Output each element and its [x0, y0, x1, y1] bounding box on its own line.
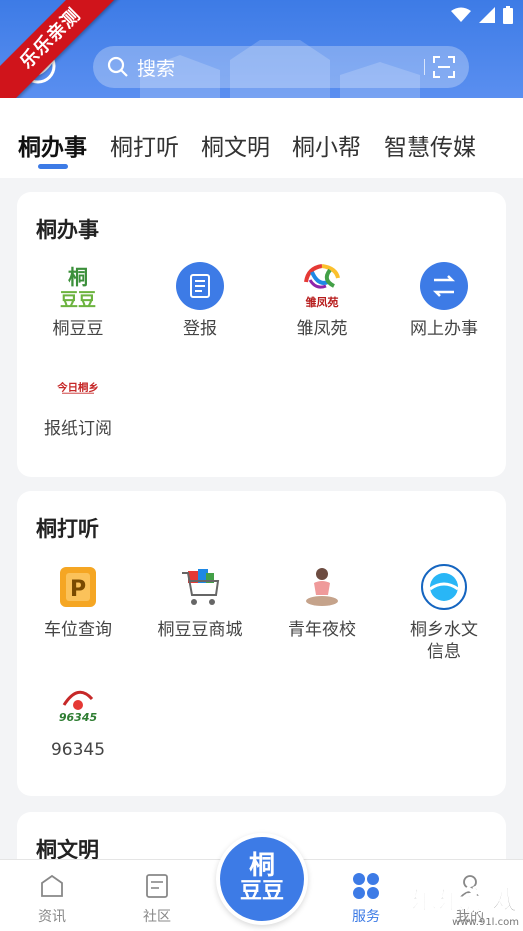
newspaper-icon [176, 262, 224, 310]
svg-text:雏凤苑: 雏凤苑 [306, 295, 339, 309]
search-bar[interactable]: 搜索 [93, 46, 469, 88]
96345-logo-text: 96345 [59, 711, 98, 724]
tab-zhihuichuanmei[interactable]: 智慧传媒 [384, 128, 476, 162]
status-bar [451, 6, 513, 24]
hydrology-logo-icon [420, 563, 468, 611]
search-icon [107, 56, 128, 77]
section-card-tongbanshi: 桐办事 桐 豆豆 桐豆豆 登报 雏凤苑 雏凤苑 网上办事 今日桐乡 报纸订阅 [17, 192, 506, 477]
service-label: 桐乡水文 信息 [383, 619, 505, 663]
section-card-tongdating: 桐打听 P 车位查询 桐豆豆商城 青年夜校 桐乡水文 信息 96345 9634… [17, 491, 506, 796]
tab-tongbanshi[interactable]: 桐办事 [18, 128, 87, 162]
battery-icon [503, 6, 513, 24]
tab-indicator [38, 164, 68, 169]
search-divider [424, 59, 425, 75]
nav-label: 资讯 [38, 909, 66, 925]
96345-logo-icon: 96345 [54, 683, 102, 731]
nav-label: 社区 [143, 909, 171, 925]
service-tongdoudou[interactable]: 桐 豆豆 桐豆豆 [17, 262, 139, 340]
service-baozhidingyue[interactable]: 今日桐乡 报纸订阅 [17, 362, 139, 440]
label-line-1: 桐乡水文 [410, 620, 478, 640]
tab-tongwenming[interactable]: 桐文明 [201, 128, 270, 162]
service-label: 96345 [50, 740, 106, 760]
section-title: 桐打听 [36, 517, 99, 541]
service-wangshangbanshi[interactable]: 网上办事 [383, 262, 505, 340]
tab-tongdating[interactable]: 桐打听 [110, 128, 179, 162]
jinritongxiang-logo-text: 今日桐乡 [56, 381, 99, 394]
fab-label-line-1: 桐 [248, 851, 275, 881]
watermark: 乐乐游戏 www.91l.com [399, 880, 519, 929]
tongdoudou-fab-button[interactable]: 桐 豆豆 [216, 833, 308, 925]
watermark-text: 乐乐游戏 [410, 886, 519, 917]
category-tabs: 桐办事 桐打听 桐文明 桐小帮 智慧传媒 [0, 98, 523, 178]
shopping-cart-icon [176, 563, 224, 611]
svg-text:P: P [70, 577, 86, 602]
grid-icon [336, 872, 396, 900]
fab-label: 桐 豆豆 [240, 853, 284, 905]
service-label: 登报 [183, 319, 217, 339]
service-chewei[interactable]: P 车位查询 [17, 563, 139, 641]
nav-item-shequ[interactable]: 社区 [127, 872, 187, 926]
service-96345[interactable]: 96345 96345 [17, 683, 139, 761]
service-label: 桐豆豆商城 [157, 620, 243, 640]
nav-item-fuwu[interactable]: 服务 [336, 872, 396, 926]
house-icon [22, 872, 82, 900]
tongdoudou-logo-icon: 桐 豆豆 [54, 262, 102, 310]
search-input[interactable]: 搜索 [137, 54, 175, 81]
service-label: 雏凤苑 [296, 319, 348, 339]
wifi-icon [451, 7, 471, 22]
service-label: 车位查询 [44, 620, 112, 640]
label-line-2: 信息 [427, 642, 461, 662]
service-dengbao[interactable]: 登报 [139, 262, 261, 340]
scan-icon[interactable] [433, 56, 455, 78]
nav-label: 服务 [352, 909, 380, 925]
service-chufengyuan[interactable]: 雏凤苑 雏凤苑 [261, 262, 383, 340]
exchange-icon [420, 262, 468, 310]
service-label: 青年夜校 [288, 620, 356, 640]
parking-icon: P [54, 563, 102, 611]
svg-text:桐: 桐 [68, 265, 88, 289]
service-qingnianyexiao[interactable]: 青年夜校 [261, 563, 383, 641]
chufengyuan-logo-icon: 雏凤苑 [298, 262, 346, 310]
document-icon [127, 872, 187, 900]
service-label: 网上办事 [410, 319, 478, 339]
service-shangcheng[interactable]: 桐豆豆商城 [139, 563, 261, 641]
jinritongxiang-logo-icon: 今日桐乡 [54, 362, 102, 410]
service-shuiwen[interactable]: 桐乡水文 信息 [383, 563, 505, 663]
service-label: 桐豆豆 [52, 319, 104, 339]
signal-icon [479, 7, 495, 23]
fab-label-line-2: 豆豆 [239, 879, 284, 904]
svg-text:豆豆: 豆豆 [60, 290, 96, 310]
section-title: 桐办事 [36, 218, 99, 242]
nav-item-zixun[interactable]: 资讯 [22, 872, 82, 926]
service-label: 报纸订阅 [44, 419, 112, 439]
yoga-figure-icon [298, 563, 346, 611]
tab-tongxiaobang[interactable]: 桐小帮 [292, 128, 361, 162]
watermark-url: www.91l.com [452, 917, 519, 928]
